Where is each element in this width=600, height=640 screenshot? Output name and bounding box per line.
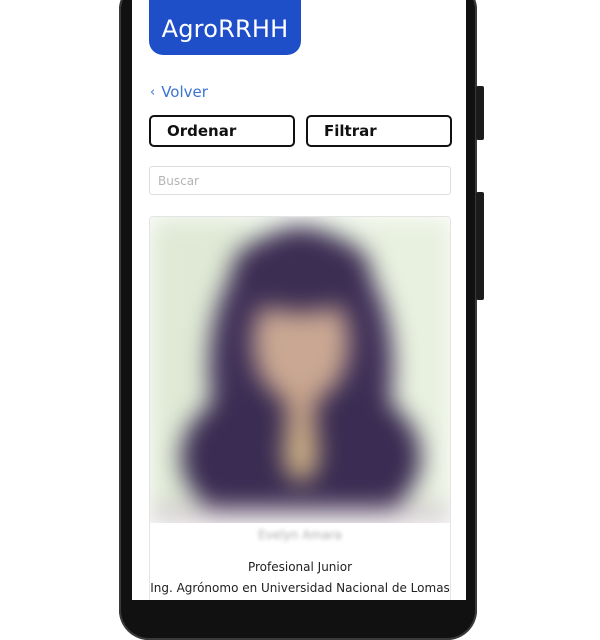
back-link[interactable]: ‹ Volver [150,83,208,101]
phone-volume-button [476,192,484,300]
order-button[interactable]: Ordenar [149,115,295,147]
profile-degree: Ing. Agrónomo en Universidad Nacional de… [150,581,450,595]
brand-logo: AgroRRHH [149,0,301,55]
profile-card[interactable]: Evelyn Amara Profesional Junior Ing. Agr… [149,216,451,600]
chevron-left-icon: ‹ [150,84,156,100]
profile-role: Profesional Junior [247,560,353,574]
filter-button[interactable]: Filtrar [306,115,452,147]
profile-photo [150,217,450,523]
app-screen: AgroRRHH ‹ Volver Ordenar Filtrar Evelyn… [132,0,466,600]
back-label: Volver [161,83,208,101]
phone-power-button [476,86,484,140]
toolbar: Ordenar Filtrar [149,115,452,147]
search-input[interactable] [149,166,451,195]
profile-name: Evelyn Amara [258,528,342,542]
